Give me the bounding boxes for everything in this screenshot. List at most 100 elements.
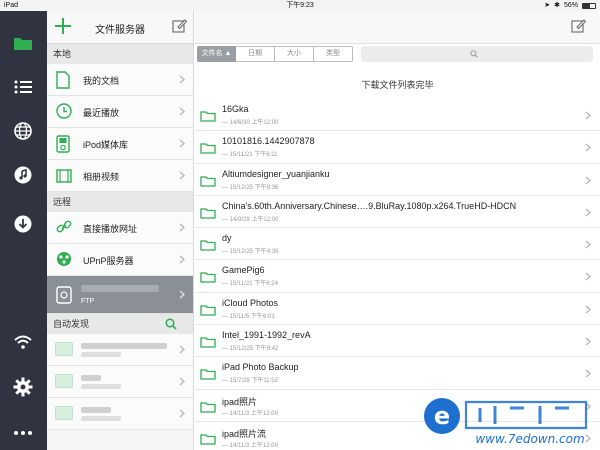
file-row[interactable]: iPad Photo Backup — 15/7/29 下午11:52 [195,357,600,390]
chevron-right-icon [585,176,591,185]
file-row[interactable]: China's.60th.Anniversary.Chinese….9.BluR… [195,196,600,229]
section-local: 本地 [47,44,193,64]
sidebar-item-ftp-server[interactable]: FTP [47,276,193,314]
sort-by-size-tab[interactable]: 大小 [275,46,314,62]
folder-icon [200,369,216,381]
chevron-right-icon [585,240,591,249]
server-name-redacted [81,285,159,292]
bluetooth-icon: ✱ [554,2,560,9]
file-row[interactable]: 10101816.1442907878 — 15/11/21 下午6:11 [195,131,600,164]
folder-icon [200,175,216,187]
folder-icon [200,143,216,154]
chevron-right-icon [179,223,185,232]
file-name: 16Gka [222,104,249,114]
sidebar-item-label: UPnP服务器 [83,256,134,266]
battery-percent: 56% [563,2,578,9]
file-name: Intel_1991-1992_revA [222,330,311,341]
svg-text:e: e [434,402,450,430]
folder-icon [200,272,216,284]
file-name: iCloud Photos [222,297,279,308]
chevron-right-icon [585,337,591,346]
chevron-right-icon [585,272,591,281]
upnp-icon [56,251,72,269]
section-auto-discover-label: 自动发现 [53,319,90,329]
file-date: — 15/7/29 下午11:52 [222,378,278,385]
sidebar-item-direct-url[interactable]: 直接播放网址 [47,212,193,244]
battery-icon [582,2,596,9]
edit-icon[interactable] [172,18,188,38]
file-row[interactable]: iCloud Photos — 15/11/5 下午6:03 [195,293,600,326]
sidebar-item-recent[interactable]: 最近播放 [47,96,193,128]
discovered-device[interactable] [47,334,193,366]
file-date: — 15/11/21 下午6:11 [222,152,278,159]
device-icon [55,342,73,356]
edit-icon[interactable] [571,18,587,38]
sort-by-date-tab[interactable]: 日期 [236,46,275,62]
chevron-right-icon [179,290,185,299]
file-name: ipad照片流 [222,428,267,439]
file-name: Altiumdesigner_yuanjianku [222,168,330,179]
chevron-right-icon [585,208,591,217]
sidebar-header: 文件服务器 [47,11,193,44]
file-date: — 14/11/3 上午12:00 [222,442,278,449]
folder-tab-icon[interactable] [11,31,35,55]
file-date: — 15/12/25 下午9:42 [222,346,279,353]
chevron-right-icon [585,111,591,120]
file-date: — 15/11/5 下午6:03 [222,313,275,320]
file-date: — 14/11/3 上午12:00 [222,410,278,417]
sidebar-item-label: 直接播放网址 [83,224,138,234]
sidebar-item-my-documents[interactable]: 我的文档 [47,64,193,96]
watermark-logo: e www.7edown.com [424,398,588,446]
file-row[interactable]: Altiumdesigner_yuanjianku — 15/12/25 下午9:… [195,164,600,196]
file-date: — 14/6/30 上午12:00 [222,120,279,126]
discovered-device[interactable] [47,398,193,430]
sort-by-name-tab[interactable]: 文件名 ▲ [197,46,236,62]
file-name: GamePig6 [222,265,265,276]
download-tab-icon[interactable] [11,212,35,236]
file-name: ipad照片 [222,396,258,407]
chevron-right-icon [179,255,185,264]
file-name: China's.60th.Anniversary.Chinese….9.BluR… [222,200,517,211]
chevron-right-icon [179,409,185,418]
search-icon [470,50,478,58]
sidebar-item-upnp[interactable]: UPnP服务器 [47,244,193,276]
sidebar-item-photo-videos[interactable]: 相册视频 [47,160,193,192]
search-icon[interactable] [165,318,177,330]
file-row[interactable]: dy — 15/12/25 下午4:39 [195,228,600,261]
file-date: — 15/12/25 下午4:39 [222,249,279,256]
list-tab-icon[interactable] [11,75,35,99]
clock-icon [56,103,72,121]
chevron-right-icon [179,139,185,148]
more-icon[interactable] [11,421,35,445]
search-input[interactable] [361,46,593,62]
sort-by-type-tab[interactable]: 类型 [314,46,353,62]
file-name: 10101816.1442907878 [222,136,315,147]
location-icon: ➤ [544,2,551,9]
sidebar-item-label: 最近播放 [83,108,120,118]
chevron-right-icon [585,305,591,314]
file-row[interactable]: GamePig6 — 15/11/21 下午6:24 [195,260,600,293]
file-row[interactable]: Intel_1991-1992_revA — 15/12/25 下午9:42 [195,325,600,358]
main-header [195,11,600,44]
chevron-right-icon [179,75,185,84]
status-bar: iPad 下午9:23 ➤ ✱ 56% [0,0,600,11]
nav-rail [0,11,47,450]
device-icon [55,374,73,388]
music-tab-icon[interactable] [11,163,35,187]
document-icon [56,71,72,89]
folder-icon [200,208,216,219]
link-icon [56,219,72,237]
sidebar-item-label: iPod媒体库 [83,140,129,150]
sidebar-item-ipod-library[interactable]: iPod媒体库 [47,128,193,160]
file-row[interactable]: 16Gka — 14/6/30 上午12:00 [195,99,600,132]
discovered-device[interactable] [47,366,193,398]
settings-gear-icon[interactable] [11,375,35,399]
chevron-right-icon [179,171,185,180]
globe-tab-icon[interactable] [11,119,35,143]
wifi-icon[interactable] [11,330,35,354]
folder-icon [200,111,216,122]
chevron-right-icon [585,143,591,152]
watermark-url: www.7edown.com [475,432,584,446]
chevron-right-icon [179,377,185,386]
sidebar: 文件服务器 本地 我的文档 最近播放 iPod媒体库 相册视频 远程 直接播放网… [47,11,194,450]
